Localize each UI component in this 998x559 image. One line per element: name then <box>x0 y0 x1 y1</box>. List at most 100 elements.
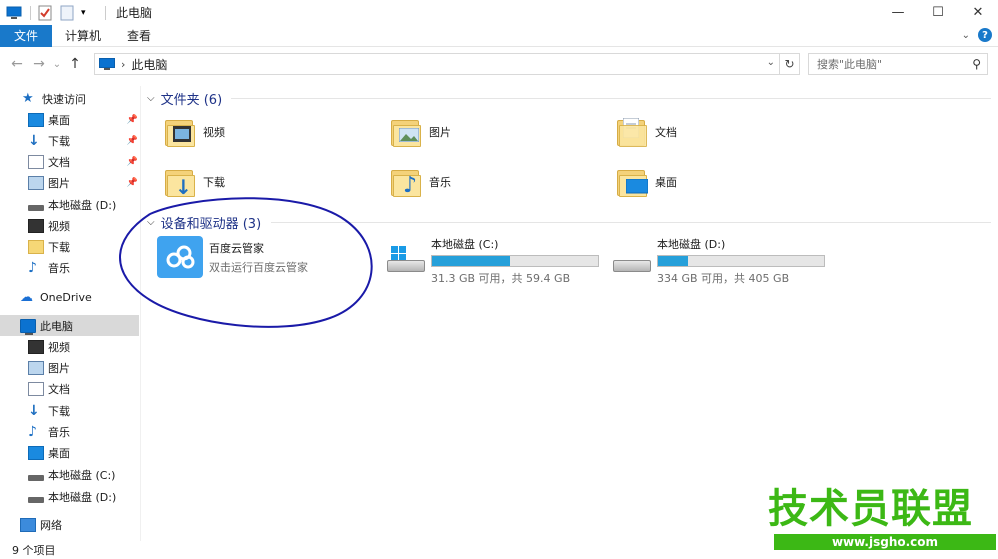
sidebar-item-drive-c[interactable]: 本地磁盘 (C:) <box>28 464 115 485</box>
sidebar-item-label: 快速访问 <box>42 92 86 106</box>
computer-icon <box>99 58 115 70</box>
folder-tile-music[interactable]: ♪ 音乐 <box>391 166 451 198</box>
sidebar-item-music[interactable]: ♪ 音乐 <box>28 257 70 278</box>
tab-file[interactable]: 文件 <box>0 24 53 47</box>
help-button[interactable]: ? <box>978 28 992 42</box>
star-icon: ★ <box>22 90 34 106</box>
search-icon[interactable]: ⚲ <box>972 57 981 71</box>
pin-icon[interactable]: 📌 <box>127 136 138 146</box>
cloud-icon: ☁ <box>20 289 33 305</box>
folder-label: 桌面 <box>655 176 677 189</box>
minimize-button[interactable]: — <box>878 0 918 25</box>
drive-tile-c[interactable]: 本地磁盘 (C:) 31.3 GB 可用，共 59.4 GB <box>385 236 599 286</box>
collapse-chevron-icon[interactable]: ⌵ <box>147 217 155 228</box>
document-icon <box>28 154 44 169</box>
window-title: 此电脑 <box>116 6 153 20</box>
back-button[interactable]: ← <box>6 53 28 75</box>
sidebar-item-label: 下载 <box>48 134 70 148</box>
sidebar-item-label: 文档 <box>48 382 70 396</box>
computer-icon[interactable] <box>6 5 22 21</box>
forward-button[interactable]: → <box>28 53 50 75</box>
collapse-chevron-icon[interactable]: ⌵ <box>147 93 155 104</box>
sidebar-item-pc-pictures[interactable]: 图片 <box>28 357 70 378</box>
sidebar-item-label: 音乐 <box>48 425 70 439</box>
maximize-button[interactable]: ☐ <box>918 0 958 25</box>
baidu-cloud-app-icon <box>157 236 203 278</box>
sidebar-item-pc-videos[interactable]: 视频 <box>28 336 70 357</box>
new-folder-icon[interactable] <box>59 5 75 21</box>
sidebar-item-label: 音乐 <box>48 261 70 275</box>
sidebar-item-this-pc[interactable]: 此电脑 <box>0 315 139 336</box>
customize-toolbar-icon[interactable]: ▾ <box>81 5 97 21</box>
folder-tile-videos[interactable]: 视频 <box>165 116 225 148</box>
sidebar-item-onedrive[interactable]: ☁ OneDrive <box>20 287 92 308</box>
group-divider <box>271 222 991 223</box>
recent-locations-button[interactable]: ⌄ <box>50 53 64 75</box>
tab-view[interactable]: 查看 <box>114 25 164 47</box>
sidebar-item-pc-downloads[interactable]: ↓ 下载 <box>28 400 70 421</box>
drive-icon <box>28 204 44 211</box>
sidebar-item-documents[interactable]: 文档 📌 <box>28 151 138 172</box>
sidebar-item-desktop[interactable]: 桌面 📌 <box>28 109 138 130</box>
sidebar-item-downloads[interactable]: ↓ 下载 📌 <box>28 130 138 151</box>
pin-icon[interactable]: 📌 <box>127 115 138 125</box>
drive-usage-fill <box>432 256 511 266</box>
item-count: 9 个项目 <box>12 544 56 557</box>
sidebar-item-label: 下载 <box>48 404 70 418</box>
sidebar-item-downloads-folder[interactable]: 下载 <box>28 236 70 257</box>
folder-label: 下载 <box>203 176 225 189</box>
folder-tile-downloads[interactable]: ↓ 下载 <box>165 166 225 198</box>
refresh-button[interactable]: ↻ <box>780 53 800 75</box>
close-button[interactable]: ✕ <box>958 0 998 25</box>
device-name: 百度云管家 <box>209 241 264 255</box>
breadcrumb-this-pc[interactable]: 此电脑 <box>131 56 167 73</box>
sidebar-item-drive-d[interactable]: 本地磁盘 (D:) <box>28 194 116 215</box>
system-drive-icon <box>385 246 427 276</box>
desktop-icon <box>28 112 44 127</box>
sidebar-item-pc-documents[interactable]: 文档 <box>28 378 70 399</box>
folders-group-header[interactable]: ⌵ 文件夹 (6) <box>147 89 222 108</box>
pin-icon[interactable]: 📌 <box>127 178 138 188</box>
properties-icon[interactable] <box>37 5 53 21</box>
drive-icon <box>611 246 653 276</box>
folder-tile-desktop[interactable]: 桌面 <box>617 166 677 198</box>
sidebar-item-label: 文档 <box>48 155 70 169</box>
device-subtitle: 双击运行百度云管家 <box>209 260 308 274</box>
address-dropdown-button[interactable]: ⌄ <box>767 57 775 68</box>
sidebar-item-label: 本地磁盘 (D:) <box>48 198 117 212</box>
breadcrumb-chevron[interactable]: › <box>121 58 125 71</box>
folder-icon <box>28 239 44 254</box>
search-input[interactable]: 搜索"此电脑" ⚲ <box>808 53 988 75</box>
sidebar-item-network[interactable]: 网络 <box>20 514 62 535</box>
sidebar-item-pictures[interactable]: 图片 📌 <box>28 172 138 193</box>
sidebar-item-videos[interactable]: 视频 <box>28 215 70 236</box>
drive-tile-d[interactable]: 本地磁盘 (D:) 334 GB 可用，共 405 GB <box>611 236 825 286</box>
document-icon <box>28 381 44 396</box>
pin-icon[interactable]: 📌 <box>127 157 138 167</box>
sidebar-item-pc-drive-d[interactable]: 本地磁盘 (D:) <box>28 486 116 507</box>
watermark-url: www.jsgho.com <box>774 534 996 550</box>
separator <box>105 5 106 20</box>
sidebar-item-label: 此电脑 <box>40 319 73 333</box>
desktop-icon <box>28 445 44 460</box>
folder-tile-pictures[interactable]: 图片 <box>391 116 451 148</box>
download-folder-icon: ↓ <box>165 166 195 198</box>
sidebar-item-pc-music[interactable]: ♪ 音乐 <box>28 421 70 442</box>
expand-ribbon-button[interactable]: ⌄ <box>962 30 970 41</box>
up-button[interactable]: ↑ <box>64 53 86 75</box>
address-bar[interactable]: › 此电脑 ⌄ <box>94 53 780 75</box>
drive-name: 本地磁盘 (C:) <box>431 238 499 251</box>
watermark-logo: 技术员联盟 www.jsgho.com <box>768 488 996 550</box>
sidebar-item-pc-desktop[interactable]: 桌面 <box>28 442 70 463</box>
picture-folder-icon <box>391 116 421 148</box>
tab-computer[interactable]: 计算机 <box>52 25 114 47</box>
quick-access-toolbar: ▾ <box>0 0 112 25</box>
search-placeholder: 搜索"此电脑" <box>817 58 883 71</box>
sidebar-item-quick-access[interactable]: ★ 快速访问 <box>22 88 86 109</box>
device-tile-baidu-cloud[interactable]: 百度云管家 双击运行百度云管家 <box>157 236 308 278</box>
picture-icon <box>28 360 44 375</box>
folder-tile-documents[interactable]: 文档 <box>617 116 677 148</box>
devices-group-header[interactable]: ⌵ 设备和驱动器 (3) <box>147 213 261 232</box>
sidebar-item-label: 下载 <box>48 240 70 254</box>
drive-icon <box>28 496 44 503</box>
